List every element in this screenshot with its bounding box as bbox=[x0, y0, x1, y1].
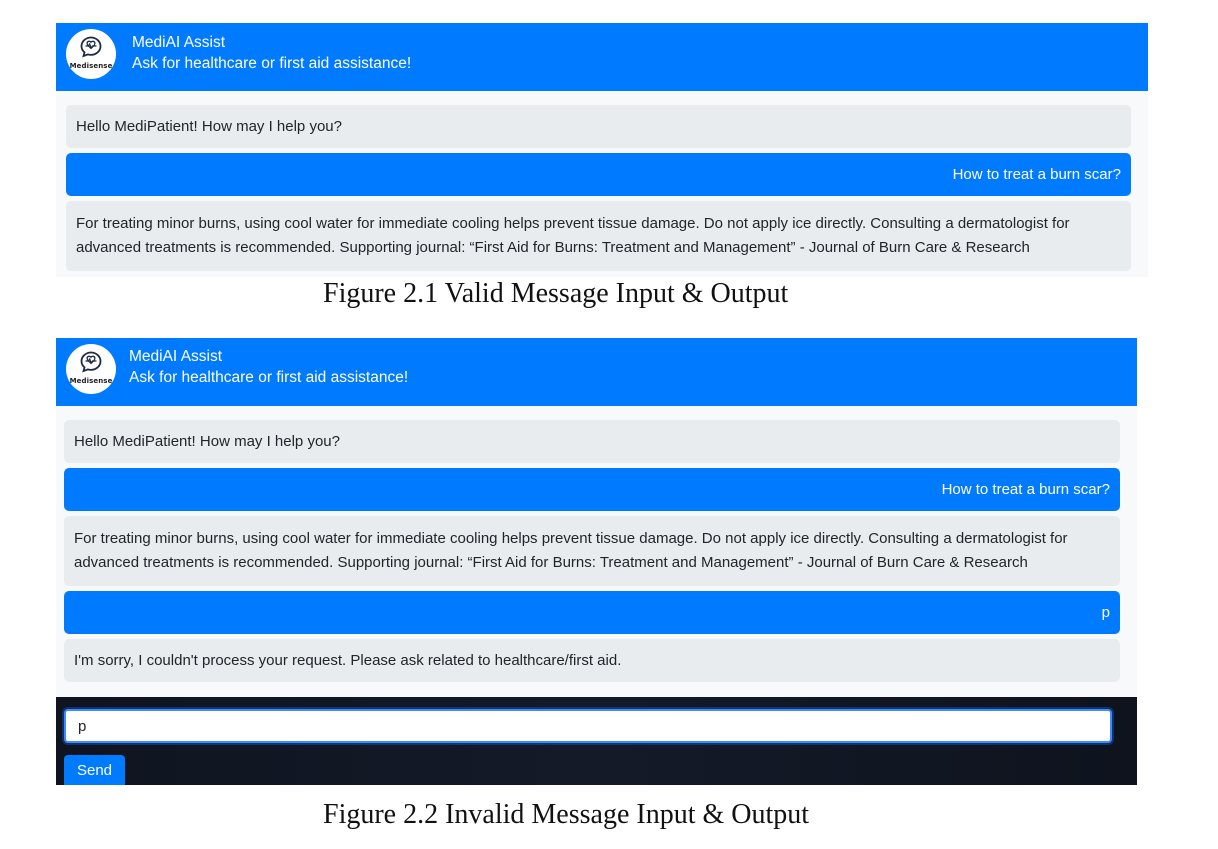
logo-wordmark: Medisense bbox=[69, 377, 113, 385]
message-list: Hello MediPatient! How may I help you? H… bbox=[56, 406, 1137, 682]
chat-header: Medisense MediAI Assist Ask for healthca… bbox=[56, 23, 1148, 91]
heartbeat-chat-bubble-icon bbox=[80, 36, 102, 58]
send-button[interactable]: Send bbox=[64, 755, 125, 785]
figure-caption: Figure 2.2 Invalid Message Input & Outpu… bbox=[323, 799, 810, 830]
app-subtitle: Ask for healthcare or first aid assistan… bbox=[129, 369, 409, 386]
user-message: How to treat a burn scar? bbox=[64, 468, 1120, 511]
message-input-bar: Send bbox=[56, 697, 1137, 785]
bot-message: For treating minor burns, using cool wat… bbox=[66, 201, 1131, 271]
logo-wordmark: Medisense bbox=[69, 62, 113, 70]
message-input[interactable] bbox=[64, 709, 1112, 743]
app-title: MediAI Assist bbox=[132, 34, 226, 51]
chat-window-invalid: Medisense MediAI Assist Ask for healthca… bbox=[56, 338, 1137, 785]
figure-caption: Figure 2.1 Valid Message Input & Output bbox=[323, 278, 789, 309]
chat-header: Medisense MediAI Assist Ask for healthca… bbox=[56, 338, 1137, 406]
header-text: MediAI Assist Ask for healthcare or firs… bbox=[129, 346, 408, 388]
medisense-logo: Medisense bbox=[66, 29, 116, 79]
chat-window-valid: Medisense MediAI Assist Ask for healthca… bbox=[56, 23, 1148, 277]
user-message: How to treat a burn scar? bbox=[66, 153, 1131, 196]
bot-message: Hello MediPatient! How may I help you? bbox=[64, 420, 1120, 463]
heartbeat-chat-bubble-icon bbox=[80, 351, 102, 373]
user-message: p bbox=[64, 591, 1120, 634]
bot-message: Hello MediPatient! How may I help you? bbox=[66, 105, 1131, 148]
bot-message: For treating minor burns, using cool wat… bbox=[64, 516, 1120, 586]
medisense-logo: Medisense bbox=[66, 344, 116, 394]
app-subtitle: Ask for healthcare or first aid assistan… bbox=[132, 55, 412, 72]
message-list: Hello MediPatient! How may I help you? H… bbox=[56, 91, 1148, 271]
app-title: MediAI Assist bbox=[129, 348, 223, 365]
bot-error-message: I'm sorry, I couldn't process your reque… bbox=[64, 639, 1120, 682]
header-text: MediAI Assist Ask for healthcare or firs… bbox=[132, 32, 411, 74]
